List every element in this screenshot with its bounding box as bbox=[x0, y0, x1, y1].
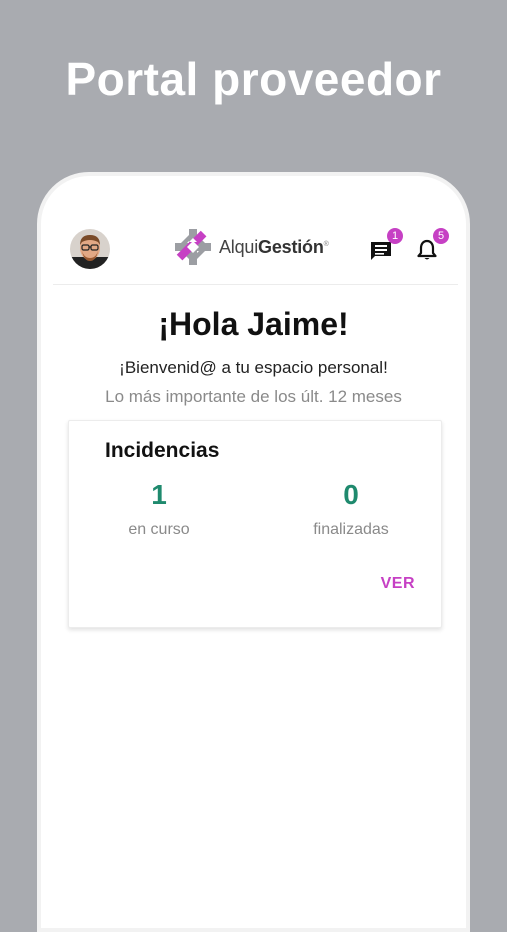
welcome-text: ¡Bienvenid@ a tu espacio personal! bbox=[119, 358, 388, 377]
stat-in-progress: 1 en curso bbox=[79, 479, 239, 539]
hero-title: Portal proveedor bbox=[65, 53, 442, 105]
messages-button[interactable]: 1 bbox=[367, 228, 403, 264]
user-photo bbox=[70, 229, 110, 269]
notifications-badge: 5 bbox=[433, 228, 449, 244]
avatar[interactable] bbox=[70, 229, 110, 269]
view-incidencias-button[interactable]: VER bbox=[381, 575, 415, 593]
notifications-button[interactable]: 5 bbox=[413, 228, 449, 264]
alquigestion-logo-icon bbox=[175, 229, 211, 265]
period-subtitle: Lo más importante de los últ. 12 meses bbox=[105, 387, 402, 406]
stat-finished: 0 finalizadas bbox=[271, 479, 431, 539]
greeting-title: ¡Hola Jaime! bbox=[158, 306, 349, 342]
stat-finished-value: 0 bbox=[343, 479, 359, 510]
logo-text: AlquiGestión® bbox=[219, 237, 329, 258]
stat-finished-label: finalizadas bbox=[313, 521, 389, 538]
stat-in-progress-value: 1 bbox=[151, 479, 167, 510]
messages-badge: 1 bbox=[387, 228, 403, 244]
phone-frame: AlquiGestión® 1 5 ¡Hola Jaime! ¡Bienveni… bbox=[37, 172, 470, 932]
app-logo: AlquiGestión® bbox=[173, 226, 329, 268]
incidencias-card: Incidencias 1 en curso 0 finalizadas VER bbox=[68, 420, 442, 628]
stat-in-progress-label: en curso bbox=[128, 521, 190, 538]
logo-registered-mark: ® bbox=[323, 240, 329, 248]
app-header: AlquiGestión® 1 5 bbox=[53, 216, 458, 285]
logo-text-bold: Gestión bbox=[258, 236, 324, 257]
card-title: Incidencias bbox=[105, 439, 220, 462]
logo-text-prefix: Alqui bbox=[219, 236, 259, 257]
